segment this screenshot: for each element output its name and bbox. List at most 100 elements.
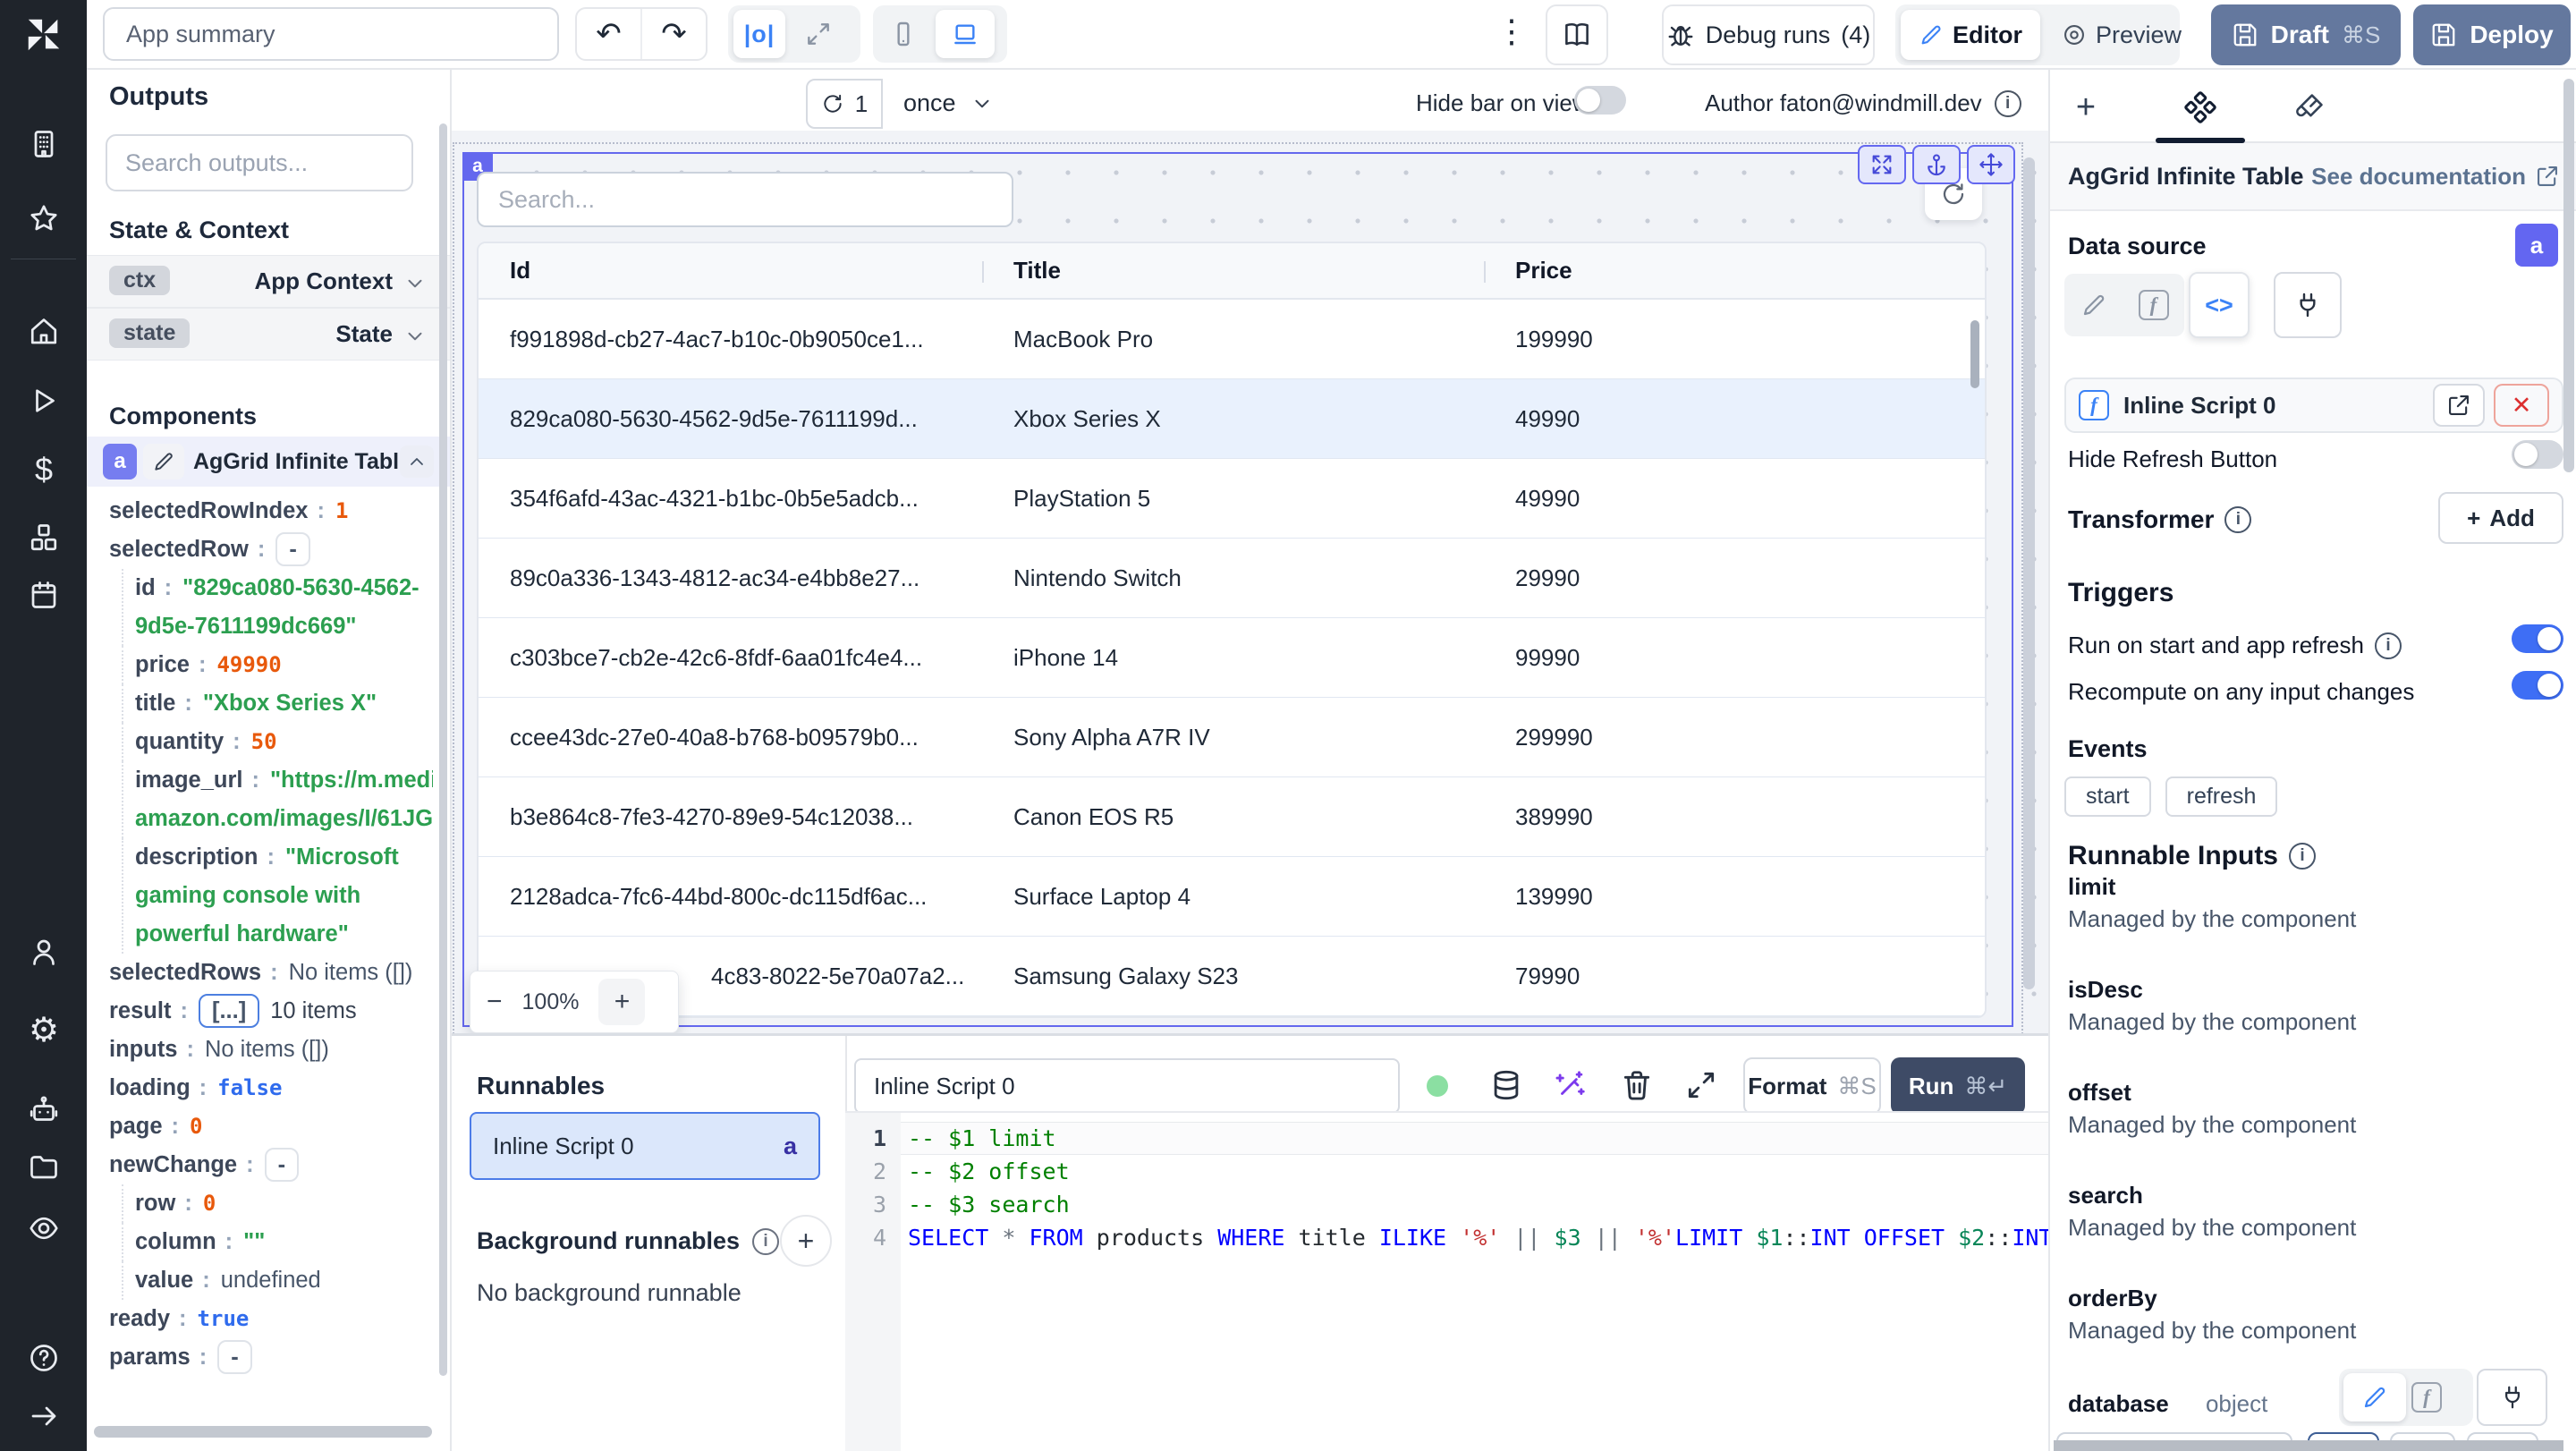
- output-node-newChange[interactable]: newChange: -: [109, 1146, 433, 1184]
- hide-refresh-toggle[interactable]: [2512, 440, 2563, 469]
- app-canvas[interactable]: a IdTitlePrice f991898d-cb27-4ac7-b10c-0…: [452, 131, 2048, 1033]
- recompute-toggle[interactable]: [2512, 671, 2563, 700]
- table-row[interactable]: 4c83-8022-5e70a07a2... Samsung Galaxy S23…: [479, 937, 1985, 1016]
- table-row[interactable]: c303bce7-cb2e-42c6-8fdf-6aa01fc4e4... iPh…: [479, 618, 1985, 698]
- attached-script-row[interactable]: f Inline Script 0 ✕: [2064, 378, 2563, 433]
- settings-horizontal-scrollbar[interactable]: [2054, 1440, 2563, 1451]
- styling-tab[interactable]: [2290, 88, 2329, 127]
- output-node-id[interactable]: id: "829ca080-5630-4562-9d5e-7611199dc669…: [122, 569, 433, 646]
- zoom-in-button[interactable]: +: [598, 979, 646, 1025]
- code-editor[interactable]: 1 -- $1 limit 2 -- $2 offset 3 -- $3 search 4 S…: [845, 1111, 2066, 1451]
- align-mode-button[interactable]: |o|: [733, 10, 785, 58]
- expand-value-button[interactable]: [...]: [198, 994, 260, 1028]
- add-transformer-button[interactable]: + Add: [2438, 492, 2563, 544]
- outputs-horizontal-scrollbar[interactable]: [94, 1426, 432, 1438]
- desktop-view-button[interactable]: [936, 10, 995, 58]
- event-chip-refresh[interactable]: refresh: [2165, 776, 2278, 817]
- info-icon[interactable]: i: [2224, 506, 2252, 533]
- anchor-component-button[interactable]: [1912, 145, 1961, 184]
- ctx-row[interactable]: ctx App Context: [87, 255, 450, 308]
- fullscreen-button[interactable]: [792, 20, 844, 48]
- run-on-start-toggle[interactable]: [2512, 624, 2563, 653]
- debug-runs-button[interactable]: Debug runs (4): [1662, 4, 1875, 65]
- eval-mode-icon[interactable]: f: [2411, 1382, 2442, 1413]
- connect-database-button[interactable]: [2477, 1369, 2547, 1426]
- column-header-title[interactable]: Title: [982, 243, 1484, 298]
- component-tree-item[interactable]: a AgGrid Infinite Table: [87, 437, 450, 487]
- home-icon[interactable]: [27, 315, 61, 349]
- code-line[interactable]: 1 -- $1 limit: [845, 1122, 2048, 1155]
- move-component-button[interactable]: [1967, 145, 2015, 184]
- chevron-down-icon[interactable]: [403, 272, 427, 295]
- output-node-selectedRow[interactable]: selectedRow: -: [109, 530, 433, 569]
- docs-button[interactable]: [1546, 4, 1608, 65]
- static-value-icon[interactable]: [2080, 292, 2107, 318]
- more-menu-button[interactable]: ⋮: [1496, 13, 1528, 50]
- table-row[interactable]: f991898d-cb27-4ac7-b10c-0b9050ce1... MacB…: [479, 300, 1985, 379]
- run-button[interactable]: Run ⌘↵: [1891, 1057, 2025, 1115]
- output-node-quantity[interactable]: quantity:50: [122, 723, 433, 761]
- output-node-loading[interactable]: loading: false: [109, 1069, 433, 1107]
- output-node-selectedRows[interactable]: selectedRows: No items ([]): [109, 954, 433, 992]
- draft-button[interactable]: Draft ⌘S: [2211, 4, 2401, 65]
- expand-value-button[interactable]: -: [275, 532, 310, 566]
- user-icon[interactable]: [27, 935, 61, 969]
- state-row[interactable]: state State: [87, 308, 450, 361]
- aggrid-component[interactable]: a IdTitlePrice f991898d-cb27-4ac7-b10c-0…: [453, 142, 2023, 1033]
- search-outputs-input[interactable]: [106, 134, 413, 191]
- canvas-scrollbar[interactable]: [2023, 157, 2035, 989]
- tab-editor[interactable]: Editor: [1901, 10, 2040, 60]
- redo-button[interactable]: ↷: [640, 9, 706, 59]
- favorites-icon[interactable]: [27, 201, 61, 235]
- eval-mode-icon[interactable]: f: [2138, 290, 2169, 320]
- deploy-button[interactable]: Deploy: [2413, 4, 2571, 65]
- delete-script-button[interactable]: [1620, 1068, 1654, 1102]
- settings-vertical-scrollbar[interactable]: [2563, 79, 2574, 472]
- code-line[interactable]: 2 -- $2 offset: [845, 1155, 2048, 1188]
- schedule-dropdown[interactable]: once: [903, 89, 994, 117]
- chevron-down-icon[interactable]: [403, 325, 427, 348]
- output-node-column[interactable]: column: "": [122, 1223, 433, 1261]
- output-node-ready[interactable]: ready: true: [109, 1300, 433, 1338]
- table-search-input[interactable]: [477, 172, 1013, 227]
- schedules-icon[interactable]: [27, 578, 61, 612]
- add-background-runnable-button[interactable]: +: [780, 1215, 832, 1267]
- database-button[interactable]: [1489, 1068, 1523, 1102]
- connect-mode-button[interactable]: [2274, 272, 2342, 338]
- format-button[interactable]: Format ⌘S: [1743, 1057, 1881, 1115]
- table-row[interactable]: 829ca080-5630-4562-9d5e-7611199d... Xbox …: [479, 379, 1985, 459]
- workspace-icon[interactable]: [27, 127, 61, 161]
- runnable-item-inline-script-0[interactable]: Inline Script 0 a: [470, 1112, 820, 1180]
- info-icon[interactable]: i: [752, 1227, 780, 1255]
- see-documentation-link[interactable]: See documentation: [2311, 163, 2560, 191]
- folders-icon[interactable]: [27, 1150, 61, 1184]
- output-node-row[interactable]: row:0: [122, 1184, 433, 1223]
- resources-icon[interactable]: [27, 521, 61, 555]
- settings-icon[interactable]: ⚙: [27, 1012, 61, 1049]
- expand-value-button[interactable]: -: [264, 1148, 300, 1182]
- outputs-vertical-scrollbar[interactable]: [439, 123, 447, 1376]
- output-node-selectedRowIndex[interactable]: selectedRowIndex:1: [109, 492, 433, 530]
- help-icon[interactable]: [27, 1341, 61, 1375]
- tab-preview[interactable]: Preview: [2044, 10, 2199, 60]
- insert-component-tab[interactable]: +: [2066, 88, 2106, 127]
- info-icon[interactable]: i: [1994, 89, 2021, 117]
- table-row[interactable]: ccee43dc-27e0-40a8-b768-b09579b0... Sony …: [479, 698, 1985, 777]
- runs-icon[interactable]: [27, 384, 61, 418]
- output-node-result[interactable]: result: [...] 10 items: [109, 992, 433, 1031]
- hide-bar-toggle[interactable]: [1574, 86, 1626, 115]
- app-summary-input[interactable]: [103, 7, 559, 61]
- rename-component-button[interactable]: [143, 444, 184, 479]
- collapse-sidebar-icon[interactable]: [27, 1399, 61, 1433]
- output-node-value[interactable]: value: undefined: [122, 1261, 433, 1300]
- mobile-view-button[interactable]: [878, 20, 928, 48]
- output-node-price[interactable]: price:49990: [122, 646, 433, 684]
- output-node-inputs[interactable]: inputs: No items ([]): [109, 1031, 433, 1069]
- billing-icon[interactable]: $: [27, 451, 61, 488]
- table-scrollbar[interactable]: [1970, 320, 1979, 388]
- workers-icon[interactable]: [27, 1093, 61, 1127]
- column-header-price[interactable]: Price: [1484, 243, 1985, 298]
- expand-editor-button[interactable]: [1684, 1068, 1718, 1102]
- code-line[interactable]: 3 -- $3 search: [845, 1188, 2048, 1221]
- static-mode-button[interactable]: [2343, 1373, 2406, 1421]
